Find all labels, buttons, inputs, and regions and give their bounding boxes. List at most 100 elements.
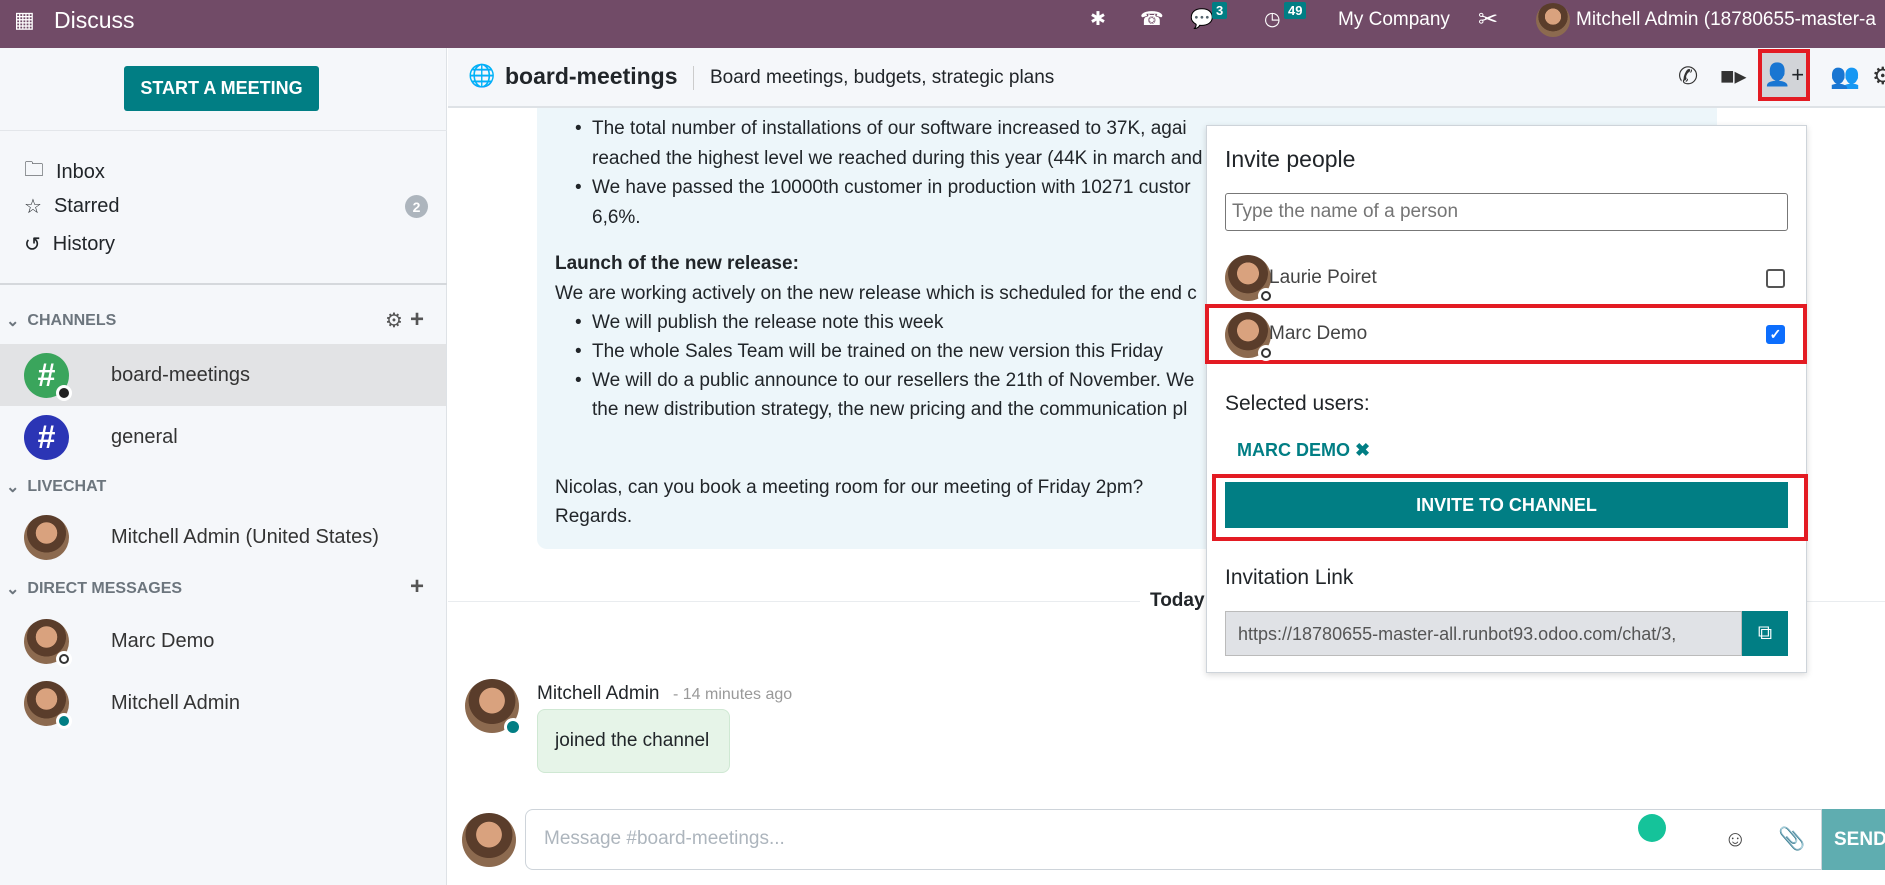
livechat-item[interactable]: Mitchell Admin (United States) (0, 506, 446, 568)
bullet: • (575, 370, 582, 391)
start-meeting-button[interactable]: START A MEETING (124, 66, 319, 111)
online-status-icon (504, 718, 522, 736)
channel-hash-icon: # (24, 414, 69, 460)
globe-icon: 🌐 (468, 63, 496, 88)
send-button[interactable]: SEND (1822, 809, 1885, 870)
remove-icon[interactable]: ✖ (1355, 440, 1370, 460)
author-avatar[interactable] (465, 679, 522, 736)
message-line: Nicolas, can you book a meeting room for… (555, 477, 1144, 498)
chevron-down-icon: ⌄ (6, 479, 20, 496)
selected-user-tag: MARC DEMO ✖ (1237, 440, 1371, 460)
person-name: Marc Demo (1269, 323, 1368, 344)
person-name: Laurie Poiret (1269, 267, 1377, 288)
invitation-link-title: Invitation Link (1225, 566, 1354, 589)
user-menu[interactable]: Mitchell Admin (18780655-master-a (1576, 0, 1876, 40)
sidebar-item-history[interactable]: ↺ History (24, 232, 115, 257)
starred-count-badge: 2 (405, 195, 428, 218)
channel-board-meetings[interactable]: # board-meetings (0, 344, 446, 406)
dm-mitchell-admin[interactable]: Mitchell Admin (0, 672, 446, 734)
date-separator: Today (1140, 590, 1215, 612)
bug-icon[interactable]: ✱ (1090, 0, 1106, 40)
composer-input[interactable]: Message #board-meetings... ☺ 📎 (525, 809, 1822, 870)
my-avatar (462, 813, 516, 867)
offline-status-icon (56, 650, 72, 667)
thread-description[interactable]: Board meetings, budgets, strategic plans (710, 67, 1054, 89)
thread-name[interactable]: board-meetings (505, 63, 678, 90)
invite-popover: Invite people Laurie Poiret Marc Demo ✓ … (1205, 125, 1808, 673)
invitation-link-field[interactable]: https://18780655-master-all.runbot93.odo… (1225, 611, 1742, 656)
emoji-icon[interactable]: ☺ (1724, 826, 1746, 852)
bullet: • (575, 177, 582, 198)
app-title: Discuss (54, 7, 135, 33)
star-icon: ☆ (24, 196, 42, 218)
message-line: the new distribution strategy, the new p… (592, 399, 1188, 420)
chat-icon[interactable]: 💬 (1190, 0, 1214, 40)
offline-status-icon (1258, 288, 1274, 304)
message-line: We are working actively on the new relea… (555, 283, 1197, 304)
message-body: joined the channel (537, 709, 730, 773)
invite-title: Invite people (1225, 146, 1356, 172)
message-line: We will do a public announce to our rese… (592, 370, 1195, 391)
phone-call-icon[interactable]: ✆ (1678, 62, 1698, 91)
members-icon[interactable]: 👥 (1830, 62, 1860, 91)
thread-header: 🌐 board-meetings Board meetings, budgets… (448, 48, 1885, 108)
livechat-section-header[interactable]: ⌄ LIVECHAT (6, 477, 106, 497)
dm-marc-demo[interactable]: Marc Demo (0, 610, 446, 672)
phone-icon[interactable]: ☎ (1140, 0, 1164, 40)
offline-status-icon (1258, 345, 1274, 361)
message-line: We will publish the release note this we… (592, 312, 944, 333)
channel-hash-icon: # (24, 352, 72, 401)
composer-placeholder: Message #board-meetings... (544, 828, 785, 849)
bullet: • (575, 341, 582, 362)
message-line: 6,6%. (592, 207, 641, 228)
selected-users-title: Selected users: (1225, 392, 1370, 415)
avatar (24, 514, 69, 560)
user-avatar[interactable] (1536, 3, 1570, 37)
person-checkbox-marc[interactable]: ✓ (1766, 325, 1785, 344)
message-author[interactable]: Mitchell Admin (537, 683, 660, 705)
avatar (1225, 312, 1274, 361)
channels-section-header[interactable]: ⌄ CHANNELS (6, 311, 116, 331)
video-camera-icon[interactable]: ■▸ (1720, 62, 1747, 91)
dm-section-header[interactable]: ⌄ DIRECT MESSAGES (6, 579, 182, 599)
chevron-down-icon: ⌄ (6, 581, 20, 598)
message-line: Regards. (555, 506, 633, 527)
person-checkbox-laurie[interactable] (1766, 269, 1785, 288)
message-heading: Launch of the new release: (555, 253, 799, 274)
message-line: We have passed the 10000th customer in p… (592, 177, 1191, 198)
apps-grid-icon[interactable]: ▦ (14, 0, 35, 40)
channel-general[interactable]: # general (0, 406, 446, 468)
bullet: • (575, 118, 582, 139)
message-line: reached the highest level we reached dur… (592, 148, 1203, 169)
invite-to-channel-button[interactable]: INVITE TO CHANNEL (1225, 482, 1788, 528)
sidebar-item-inbox[interactable]: 🗀 Inbox (24, 155, 105, 189)
grammarly-icon[interactable] (1638, 814, 1666, 842)
avatar (1225, 255, 1274, 304)
chevron-down-icon: ⌄ (6, 313, 20, 330)
company-switcher[interactable]: My Company (1338, 0, 1450, 40)
activities-badge: 49 (1284, 2, 1307, 19)
history-icon: ↺ (24, 234, 41, 256)
message-time: - 14 minutes ago (673, 686, 793, 703)
add-channel-icon[interactable]: + (410, 306, 424, 334)
person-search-input[interactable] (1225, 193, 1788, 231)
avatar (24, 618, 72, 667)
messages-badge: 3 (1212, 2, 1228, 19)
invite-people-button[interactable]: 👤+ (1758, 49, 1810, 101)
sidebar-item-starred[interactable]: ☆ Starred (24, 194, 120, 219)
inbox-icon: 🗀 (24, 159, 44, 181)
paperclip-icon[interactable]: 📎 (1778, 826, 1805, 852)
globe-icon (56, 384, 72, 401)
avatar (24, 680, 72, 729)
top-navbar: ▦ Discuss ✱ ☎ 💬 3 ◷ 49 My Company ✂ Mitc… (0, 0, 1885, 48)
bullet: • (575, 312, 582, 333)
message-line: The total number of installations of our… (592, 118, 1187, 139)
settings-gear-icon[interactable]: ⚙ (1872, 62, 1885, 91)
message-line: The whole Sales Team will be trained on … (592, 341, 1163, 362)
tools-icon[interactable]: ✂ (1478, 0, 1498, 40)
channel-settings-icon[interactable]: ⚙ (385, 308, 403, 333)
online-status-icon (56, 712, 72, 729)
clock-icon[interactable]: ◷ (1264, 0, 1281, 40)
copy-icon[interactable]: ⧉ (1742, 611, 1788, 656)
add-dm-icon[interactable]: + (410, 573, 424, 601)
